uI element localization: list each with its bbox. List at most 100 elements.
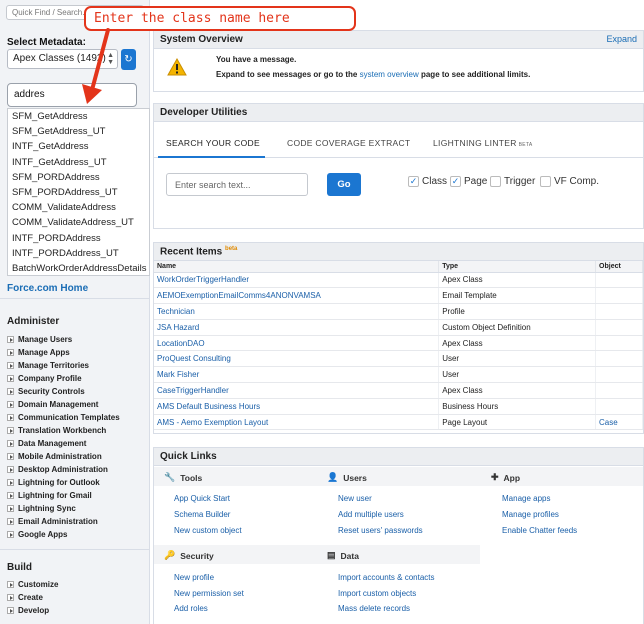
checkbox-check-icon: ✓ xyxy=(408,176,419,187)
suggestion-item[interactable]: COMM_ValidateAddress xyxy=(8,200,149,215)
sidebar-nav-item[interactable]: Company Profile xyxy=(7,372,120,385)
table-row: WorkOrderTriggerHandler Apex Class xyxy=(154,272,643,289)
tab-lightning-linter[interactable]: LIGHTNING LINTER BETA xyxy=(433,138,533,148)
recent-item-name[interactable]: LocationDAO xyxy=(154,335,440,352)
expand-triangle-icon xyxy=(7,607,14,614)
sidebar-nav-item[interactable]: Translation Workbench xyxy=(7,424,120,437)
sidebar-nav-item[interactable]: Create xyxy=(7,591,58,604)
suggestion-list: SFM_GetAddress SFM_GetAddress_UT INTF_GetA… xyxy=(7,108,150,276)
forcecom-home-link[interactable]: Force.com Home xyxy=(7,283,88,294)
user-icon: 👤 xyxy=(327,472,339,482)
sidebar-nav-label: Manage Territories xyxy=(18,361,89,370)
ql-new-permission-set[interactable]: New permission set xyxy=(174,589,244,598)
ql-import-custom-objects[interactable]: Import custom objects xyxy=(338,589,416,598)
suggestion-item[interactable]: INTF_PORDAddress_UT xyxy=(8,246,149,261)
expand-triangle-icon xyxy=(7,581,14,588)
recent-item-name[interactable]: AMS - Aemo Exemption Layout xyxy=(154,414,440,431)
expand-triangle-icon xyxy=(7,362,14,369)
sidebar-nav-item[interactable]: Lightning Sync xyxy=(7,502,120,515)
data-title: Data xyxy=(340,550,359,561)
ql-app-quick-start[interactable]: App Quick Start xyxy=(174,494,230,503)
recent-item-object xyxy=(595,382,643,399)
column-header-name: Name xyxy=(154,261,440,273)
dev-tabs: SEARCH YOUR CODE CODE COVERAGE EXTRACT L… xyxy=(154,128,643,158)
recent-item-object xyxy=(595,350,643,368)
sidebar-nav-item[interactable]: Develop xyxy=(7,604,58,617)
suggestion-item[interactable]: INTF_GetAddress_UT xyxy=(8,155,149,170)
ql-manage-profiles[interactable]: Manage profiles xyxy=(502,510,559,519)
ql-manage-apps[interactable]: Manage apps xyxy=(502,494,550,503)
expand-link[interactable]: Expand xyxy=(606,34,637,44)
sidebar-nav-item[interactable]: Mobile Administration xyxy=(7,450,120,463)
recent-item-name[interactable]: WorkOrderTriggerHandler xyxy=(154,272,440,289)
table-row: LocationDAO Apex Class xyxy=(154,335,643,352)
recent-item-name[interactable]: ProQuest Consulting xyxy=(154,350,440,368)
vf-comp-checkbox[interactable]: VF Comp. xyxy=(540,176,599,187)
recent-item-name[interactable]: Mark Fisher xyxy=(154,366,440,384)
expand-triangle-icon xyxy=(7,401,14,408)
sidebar-nav-label: Data Management xyxy=(18,439,87,448)
column-header-type: Type xyxy=(438,261,597,273)
ql-schema-builder[interactable]: Schema Builder xyxy=(174,510,230,519)
suggestion-item[interactable]: SFM_GetAddress xyxy=(8,109,149,124)
sidebar-nav-item[interactable]: Email Administration xyxy=(7,515,120,528)
sidebar-nav-item[interactable]: Manage Apps xyxy=(7,346,120,359)
system-overview-link[interactable]: system overview xyxy=(360,70,419,79)
refresh-button[interactable]: ↻ xyxy=(121,49,136,70)
recent-item-name[interactable]: JSA Hazard xyxy=(154,319,440,336)
sidebar-nav-item[interactable]: Data Management xyxy=(7,437,120,450)
ql-new-user[interactable]: New user xyxy=(338,494,372,503)
suggestion-item[interactable]: SFM_GetAddress_UT xyxy=(8,124,149,139)
sidebar-nav-item[interactable]: Desktop Administration xyxy=(7,463,120,476)
recent-item-type: Apex Class xyxy=(438,382,597,399)
suggestion-item[interactable]: INTF_PORDAddress xyxy=(8,231,149,246)
recent-item-name[interactable]: Technician xyxy=(154,303,440,320)
refresh-icon: ↻ xyxy=(124,54,133,65)
sidebar-nav-item[interactable]: Manage Territories xyxy=(7,359,120,372)
expand-triangle-icon xyxy=(7,466,14,473)
suggestion-item[interactable]: BatchWorkOrderAddressDetails xyxy=(8,261,149,276)
go-button[interactable]: Go xyxy=(327,173,361,196)
ql-new-profile[interactable]: New profile xyxy=(174,573,214,582)
sidebar-nav-item[interactable]: Domain Management xyxy=(7,398,120,411)
trigger-checkbox[interactable]: Trigger xyxy=(490,176,535,187)
tab-search-your-code[interactable]: SEARCH YOUR CODE xyxy=(166,138,260,148)
code-search-input[interactable]: Enter search text... xyxy=(166,173,308,196)
suggestion-item[interactable]: SFM_PORDAddress xyxy=(8,170,149,185)
sidebar-nav-item[interactable]: Lightning for Gmail xyxy=(7,489,120,502)
recent-item-type: User xyxy=(438,366,597,384)
class-checkbox[interactable]: ✓ Class xyxy=(408,176,447,187)
sidebar: Quick Find / Search... Select Metadata: … xyxy=(0,0,150,624)
page-checkbox[interactable]: ✓ Page xyxy=(450,176,487,187)
sidebar-nav-item[interactable]: Customize xyxy=(7,578,58,591)
recent-item-type: Profile xyxy=(438,303,597,320)
ql-import-accounts[interactable]: Import accounts & contacts xyxy=(338,573,435,582)
suggestion-item[interactable]: INTF_GetAddress xyxy=(8,139,149,154)
sidebar-nav-item[interactable]: Manage Users xyxy=(7,333,120,346)
recent-item-name[interactable]: CaseTriggerHandler xyxy=(154,382,440,399)
suggestion-item[interactable]: SFM_PORDAddress_UT xyxy=(8,185,149,200)
sidebar-nav-item[interactable]: Lightning for Outlook xyxy=(7,476,120,489)
ql-new-custom-object[interactable]: New custom object xyxy=(174,526,242,535)
ql-reset-passwords[interactable]: Reset users' passwords xyxy=(338,526,423,535)
sidebar-nav-item[interactable]: Communication Templates xyxy=(7,411,120,424)
sidebar-nav-label: Google Apps xyxy=(18,530,68,539)
ql-add-multiple-users[interactable]: Add multiple users xyxy=(338,510,404,519)
expand-triangle-icon xyxy=(7,492,14,499)
build-list: Customize Create Develop xyxy=(7,578,58,617)
sidebar-nav-label: Lightning for Outlook xyxy=(18,478,100,487)
recent-item-object xyxy=(595,303,643,320)
sidebar-nav-item[interactable]: Security Controls xyxy=(7,385,120,398)
ql-mass-delete-records[interactable]: Mass delete records xyxy=(338,604,410,613)
ql-add-roles[interactable]: Add roles xyxy=(174,604,208,613)
tab-code-coverage-extract[interactable]: CODE COVERAGE EXTRACT xyxy=(287,138,410,148)
recent-item-object[interactable]: Case xyxy=(595,414,643,431)
ql-enable-chatter-feeds[interactable]: Enable Chatter feeds xyxy=(502,526,577,535)
sidebar-nav-item[interactable]: Google Apps xyxy=(7,528,120,541)
tools-section-title: 🔧 Tools xyxy=(164,472,202,483)
recent-item-name[interactable]: AMS Default Business Hours xyxy=(154,398,440,415)
suggestion-item[interactable]: COMM_ValidateAddress_UT xyxy=(8,215,149,230)
table-row: ProQuest Consulting User xyxy=(154,350,643,368)
recent-item-name[interactable]: AEMOExemptionEmailComms4ANONVAMSA xyxy=(154,287,440,305)
security-section-title: 🔑 Security xyxy=(164,550,214,561)
